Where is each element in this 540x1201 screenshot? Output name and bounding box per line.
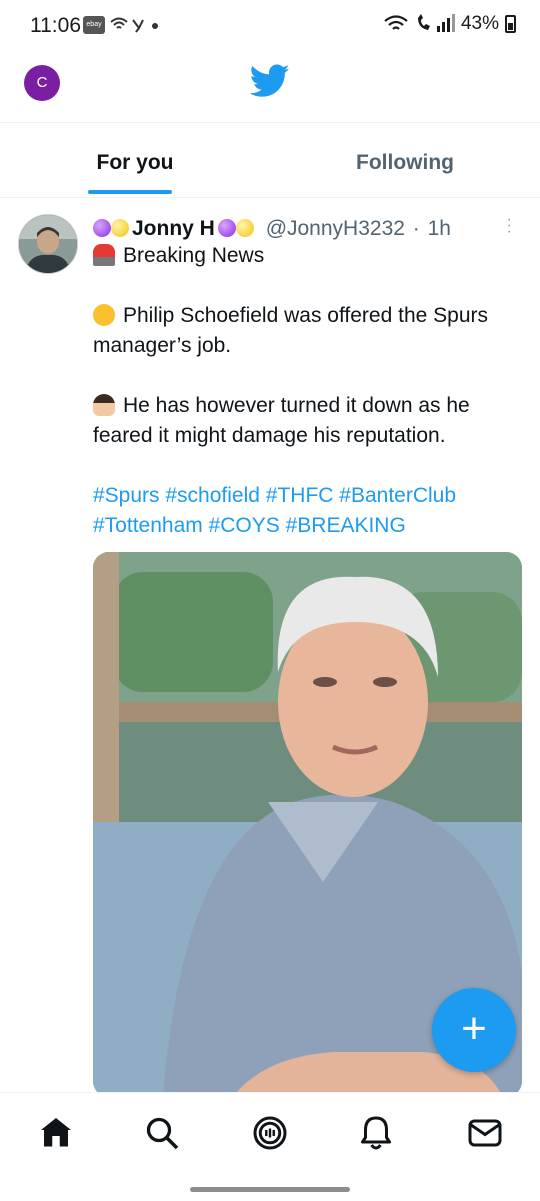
tweet-text: Breaking News Philip Schoefield was offe… bbox=[93, 241, 513, 541]
tweet-paragraph-1: Philip Schoefield was offered the Spurs … bbox=[93, 304, 488, 357]
tweet-separator: · bbox=[412, 217, 420, 240]
battery-icon bbox=[505, 15, 516, 33]
siren-emoji-icon bbox=[93, 244, 115, 266]
call-signal-icon bbox=[417, 14, 455, 32]
spaces-icon[interactable] bbox=[252, 1115, 288, 1151]
tweet-hashtags[interactable]: #Spurs #schofield #THFC #BanterClub #Tot… bbox=[93, 481, 513, 541]
tweet-line-breaking: Breaking News bbox=[123, 244, 265, 267]
status-bar: 11:06 ebay 43% bbox=[0, 0, 540, 50]
yellow-circle-icon bbox=[111, 219, 129, 237]
tab-following[interactable]: Following bbox=[270, 123, 540, 197]
yellow-circle-icon bbox=[235, 219, 254, 237]
status-time: 11:06 bbox=[30, 14, 81, 37]
tweet-time[interactable]: 1h bbox=[428, 217, 451, 240]
app-header: C bbox=[0, 50, 540, 122]
account-avatar[interactable]: C bbox=[24, 65, 60, 101]
twitter-bird-icon[interactable] bbox=[250, 64, 290, 98]
notifications-icon[interactable] bbox=[358, 1115, 394, 1151]
tweet[interactable]: Jonny H @JonnyH3232 · 1h · · · Breaking Ne… bbox=[0, 197, 540, 1097]
tab-for-you-label: For you bbox=[96, 151, 174, 174]
tab-for-you[interactable]: For you bbox=[0, 123, 270, 197]
ebay-notification-icon: ebay bbox=[83, 16, 105, 34]
compose-tweet-button[interactable]: + bbox=[432, 988, 516, 1072]
wifi-call-icon bbox=[109, 14, 159, 39]
tab-following-label: Following bbox=[356, 151, 454, 174]
tweet-paragraph-2: He has however turned it down as he fear… bbox=[93, 394, 470, 447]
more-options-icon[interactable]: · · · bbox=[507, 212, 512, 240]
battery-percent: 43% bbox=[460, 13, 499, 34]
search-icon[interactable] bbox=[144, 1115, 180, 1151]
purple-circle-icon bbox=[217, 219, 236, 237]
compose-plus-icon: + bbox=[461, 1004, 487, 1053]
tweet-author-name[interactable]: Jonny H bbox=[132, 217, 215, 240]
status-right: 43% bbox=[383, 13, 516, 35]
messages-icon[interactable] bbox=[467, 1115, 503, 1151]
purple-circle-icon bbox=[93, 219, 111, 237]
tweet-author-handle[interactable]: @JonnyH3232 bbox=[266, 217, 405, 240]
active-tab-indicator bbox=[88, 190, 172, 194]
bottom-navigation bbox=[0, 1092, 540, 1201]
gesture-home-bar[interactable] bbox=[190, 1187, 350, 1192]
home-icon[interactable] bbox=[38, 1115, 74, 1151]
tweet-header: Jonny H @JonnyH3232 · 1h bbox=[93, 217, 451, 241]
timeline-tabs: For you Following bbox=[0, 122, 540, 198]
wifi-icon bbox=[384, 15, 408, 30]
tweet-author-avatar[interactable] bbox=[18, 214, 78, 274]
scream-emoji-icon bbox=[93, 304, 115, 326]
facepalm-emoji-icon bbox=[93, 394, 115, 416]
